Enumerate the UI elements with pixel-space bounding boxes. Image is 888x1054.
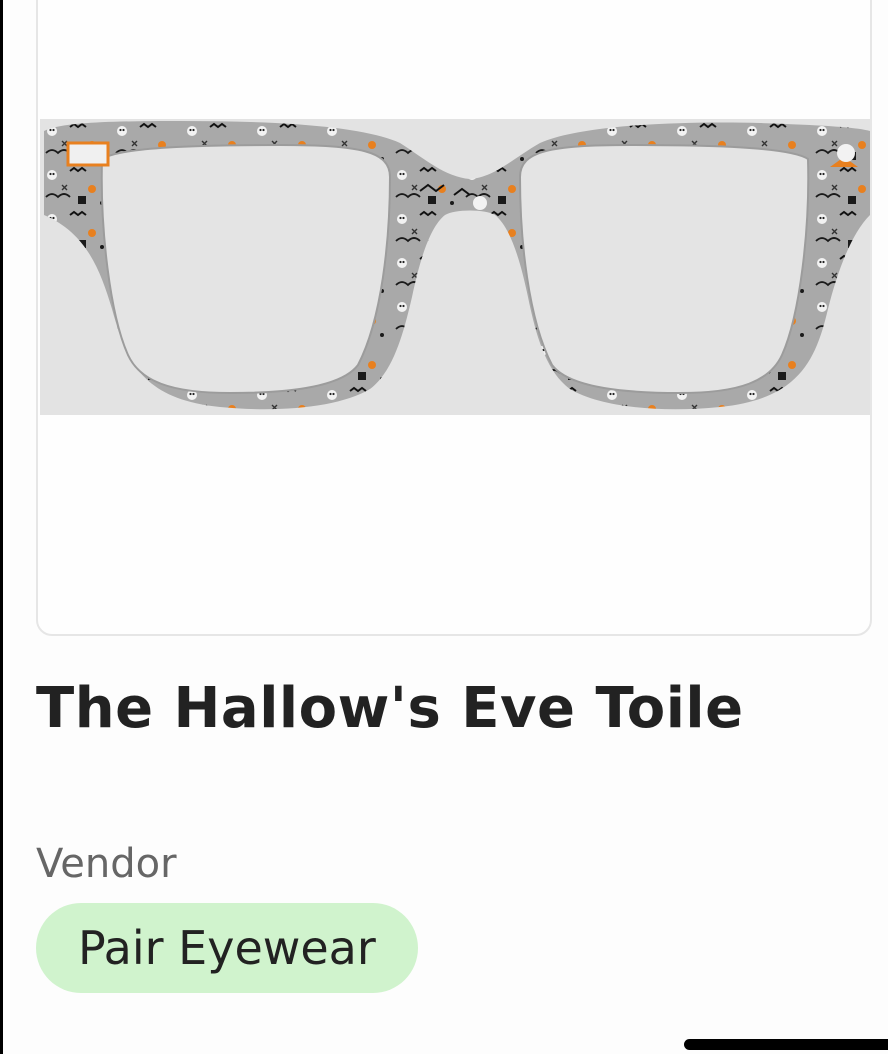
product-detail-screen: The Hallow's Eve Toile Vendor Pair Eyewe… xyxy=(3,0,888,1054)
vendor-label: Vendor xyxy=(36,841,177,887)
vendor-chip[interactable]: Pair Eyewear xyxy=(36,903,418,993)
product-title: The Hallow's Eve Toile xyxy=(36,676,744,741)
product-image-card[interactable] xyxy=(36,0,872,636)
home-indicator xyxy=(684,1039,888,1050)
eyeglasses-image xyxy=(40,119,870,415)
